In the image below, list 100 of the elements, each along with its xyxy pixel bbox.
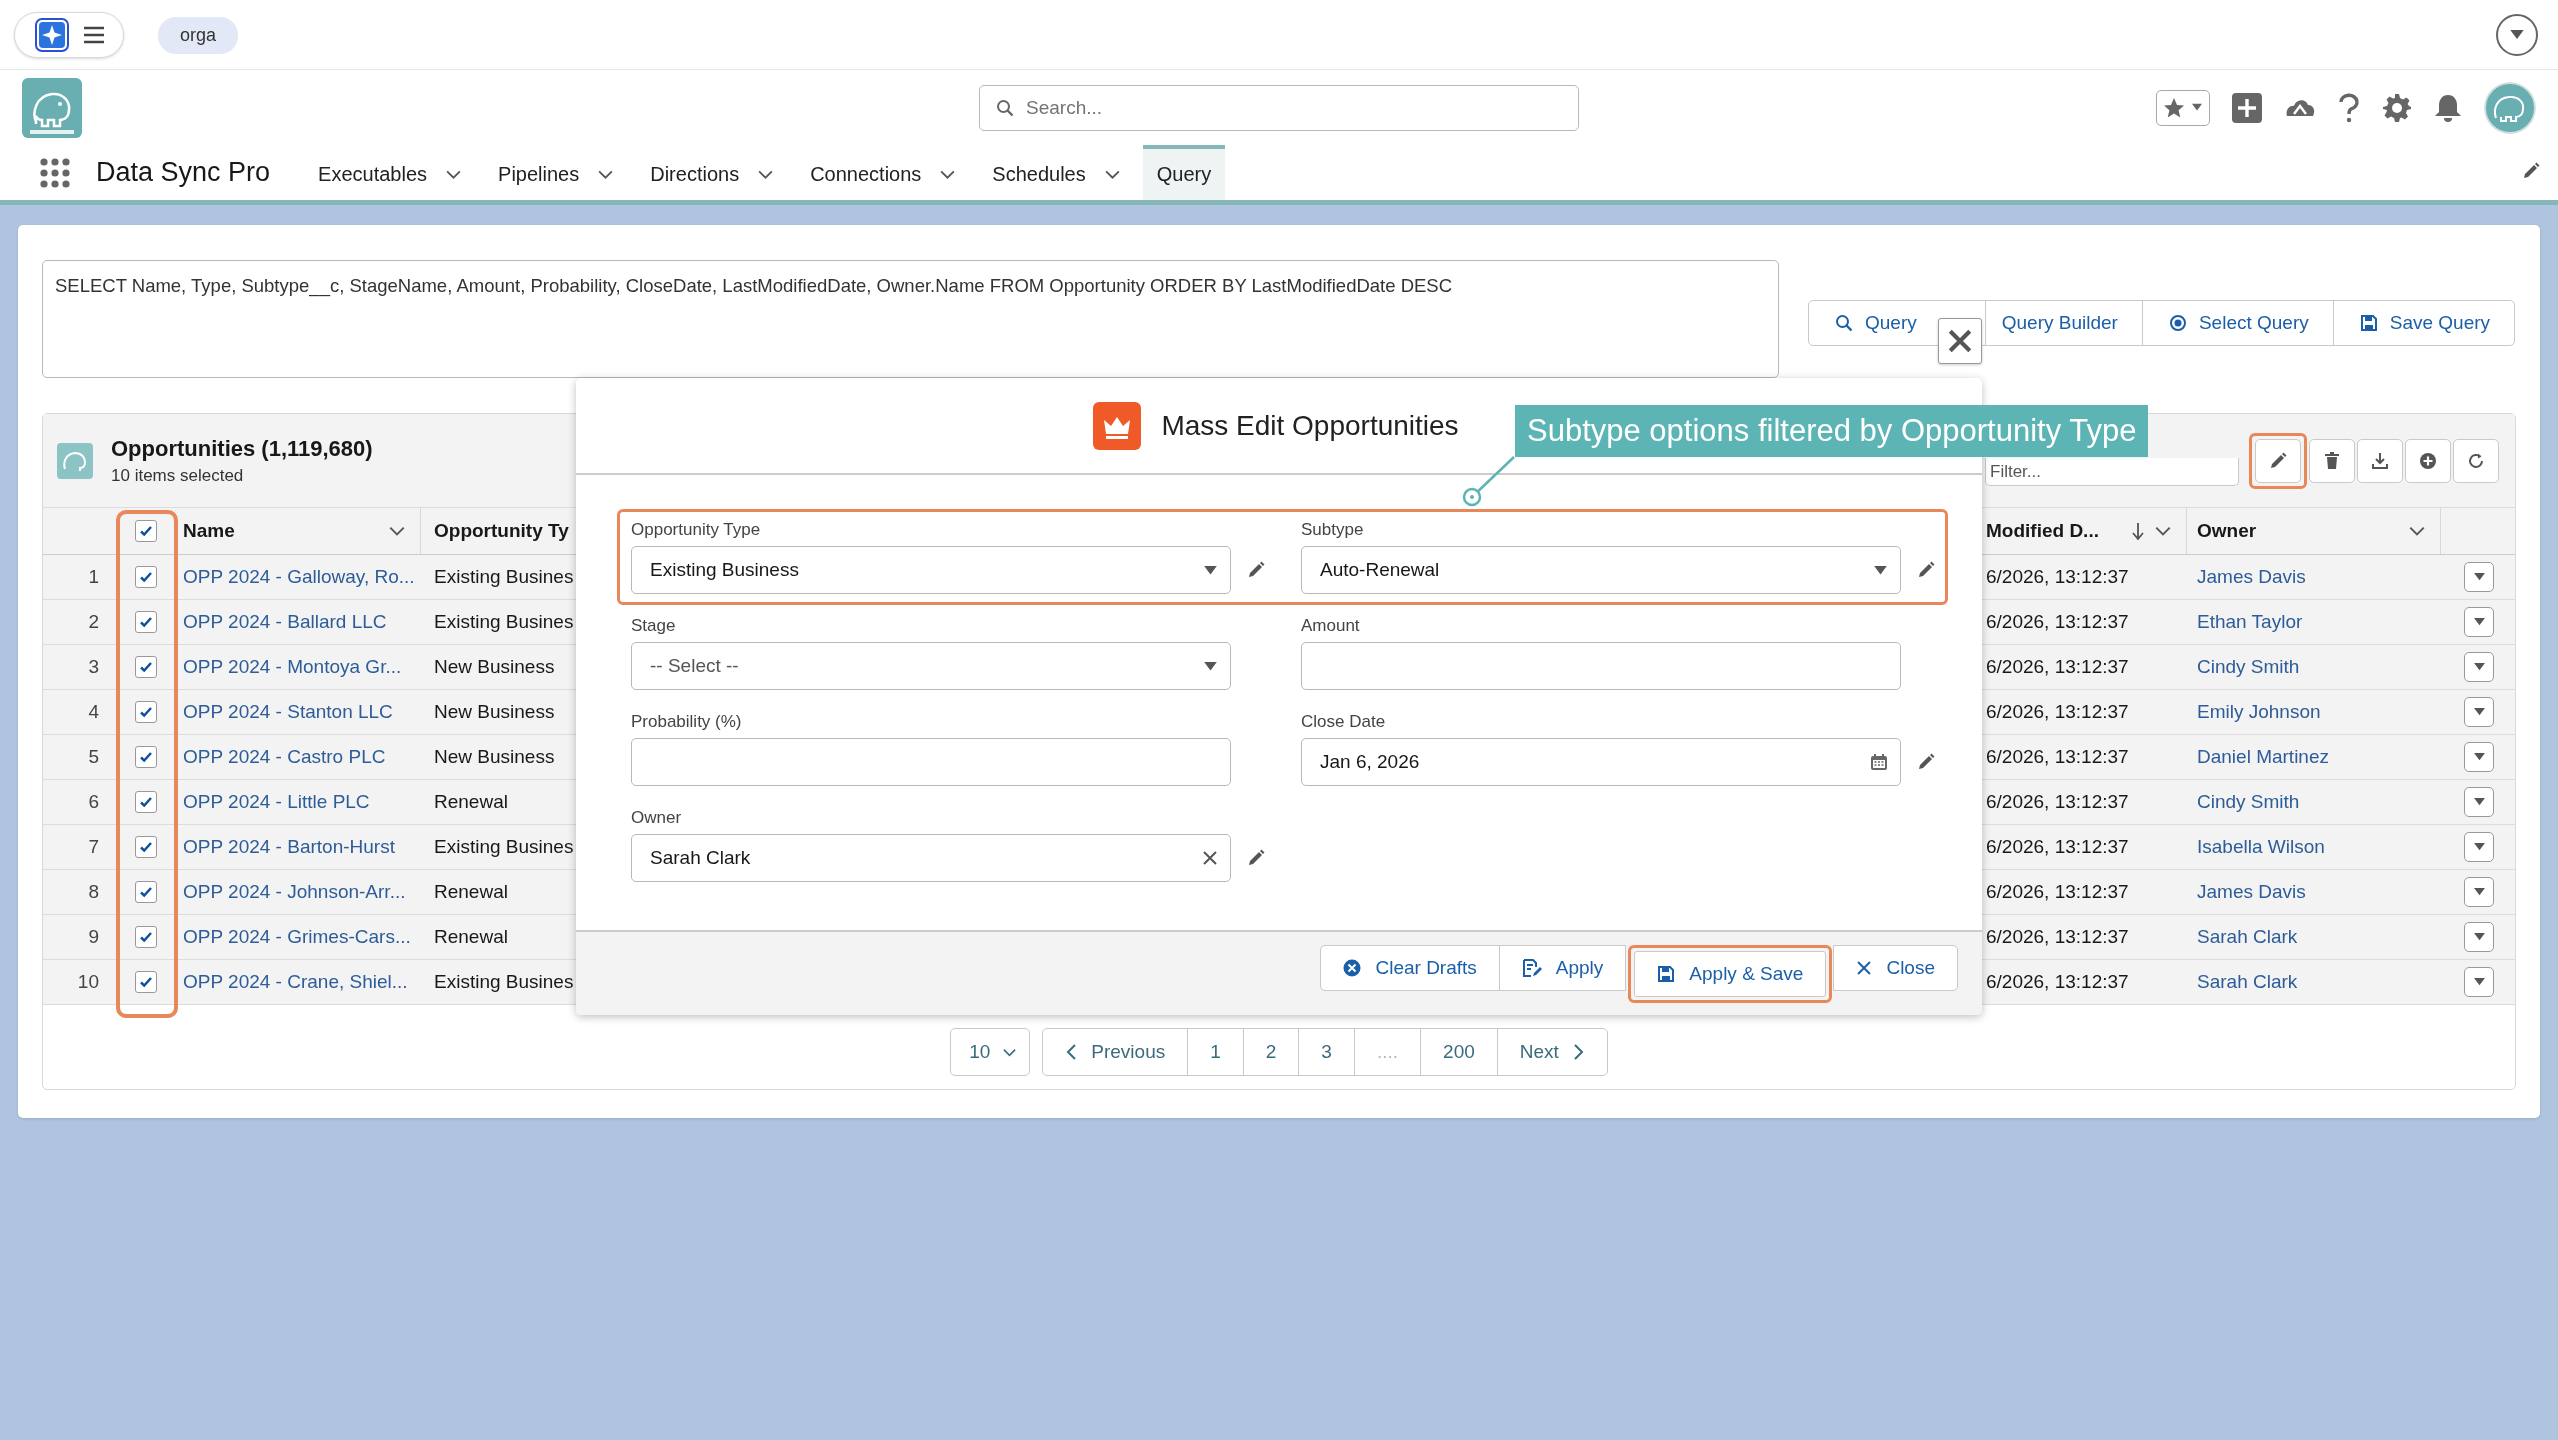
refresh-button[interactable]	[2453, 438, 2499, 483]
row-menu-button[interactable]	[2464, 877, 2494, 907]
filter-field[interactable]: Filter...	[1985, 458, 2239, 486]
nav-tab[interactable]: Pipelines	[484, 145, 629, 200]
modal-title: Mass Edit Opportunities	[1161, 409, 1459, 442]
row-menu-button[interactable]	[2464, 562, 2494, 592]
close-button[interactable]	[1938, 318, 1982, 364]
checkbox[interactable]	[135, 881, 157, 903]
nav-tab[interactable]: Query	[1142, 145, 1226, 200]
favorites-button[interactable]	[2156, 89, 2210, 126]
page-size-select[interactable]: 10	[950, 1028, 1031, 1076]
checkmark-icon	[139, 570, 153, 584]
row-menu-button[interactable]	[2464, 607, 2494, 637]
record-link[interactable]: OPP 2024 - Galloway, Ro...	[183, 566, 415, 588]
table-cell: Existing Busines	[434, 611, 574, 633]
nav-tab[interactable]: Directions	[636, 145, 789, 200]
table-cell: 6/2026, 13:12:37	[1986, 701, 2129, 723]
table-cell: 6/2026, 13:12:37	[1986, 566, 2129, 588]
owner-link[interactable]: Cindy Smith	[2197, 656, 2300, 678]
checkbox[interactable]	[135, 656, 157, 678]
table-cell: 6/2026, 13:12:37	[1986, 836, 2129, 858]
record-link[interactable]: OPP 2024 - Little PLC	[183, 791, 370, 813]
record-link[interactable]: OPP 2024 - Barton-Hurst	[183, 836, 395, 858]
query-button[interactable]: Query Builder	[1984, 301, 2142, 345]
row-menu-button[interactable]	[2464, 787, 2494, 817]
page-button[interactable]: 200	[1420, 1029, 1497, 1075]
bell-icon[interactable]	[2434, 92, 2462, 123]
edit-button[interactable]	[2255, 438, 2301, 483]
trash-icon	[2324, 451, 2340, 470]
checkbox[interactable]	[135, 836, 157, 858]
caret-down-icon	[2472, 752, 2486, 762]
nav-tab[interactable]: Schedules	[978, 145, 1135, 200]
row-menu-button[interactable]	[2464, 922, 2494, 952]
owner-link[interactable]: Sarah Clark	[2197, 926, 2298, 948]
dropdown-field[interactable]: -- Select --	[631, 642, 1231, 690]
record-link[interactable]: OPP 2024 - Grimes-Cars...	[183, 926, 411, 948]
checkbox[interactable]	[135, 611, 157, 633]
owner-link[interactable]: Isabella Wilson	[2197, 836, 2325, 858]
owner-link[interactable]: Ethan Taylor	[2197, 611, 2303, 633]
checkbox[interactable]	[135, 791, 157, 813]
checkbox[interactable]	[135, 746, 157, 768]
record-link[interactable]: OPP 2024 - Castro PLC	[183, 746, 386, 768]
star-icon	[2163, 96, 2185, 119]
query-button[interactable]: Save Query	[2332, 301, 2515, 345]
previous-button[interactable]: Previous	[1043, 1029, 1188, 1075]
query-button[interactable]: Query	[1809, 301, 1941, 345]
search-field[interactable]: Search...	[979, 84, 1579, 131]
row-menu-button[interactable]	[2464, 742, 2494, 772]
app-launcher-icon[interactable]	[40, 157, 70, 188]
checkbox[interactable]	[135, 701, 157, 723]
owner-link[interactable]: James Davis	[2197, 881, 2306, 903]
org-badge: orga	[158, 16, 239, 54]
dropdown-button[interactable]	[2496, 14, 2538, 56]
page-button[interactable]: 3	[1298, 1029, 1354, 1075]
footer-button[interactable]: Close	[1833, 944, 1958, 991]
owner-link[interactable]: Cindy Smith	[2197, 791, 2300, 813]
lookup-field[interactable]: Sarah Clark	[631, 834, 1231, 882]
row-menu-button[interactable]	[2464, 652, 2494, 682]
delete-button[interactable]	[2309, 438, 2355, 483]
column-header: Modified D...	[1986, 520, 2099, 542]
record-link[interactable]: OPP 2024 - Stanton LLC	[183, 701, 393, 723]
input-field[interactable]	[1301, 642, 1901, 690]
nav-tab[interactable]: Executables	[304, 145, 477, 200]
caret-down-icon	[2472, 707, 2486, 717]
query-button[interactable]: Select Query	[2141, 301, 2333, 345]
input-field[interactable]	[631, 738, 1231, 786]
query-field[interactable]: SELECT Name, Type, Subtype__c, StageName, Amount, Probability, CloseDate, LastModifiedDate, Owner.Name FROM Opportunity ORDER BY LastModifiedDate DESC	[42, 260, 1779, 378]
record-link[interactable]: OPP 2024 - Montoya Gr...	[183, 656, 402, 678]
record-link[interactable]: OPP 2024 - Johnson-Arr...	[183, 881, 406, 903]
download-button[interactable]	[2357, 438, 2403, 483]
add-icon[interactable]	[2232, 92, 2262, 123]
checkbox[interactable]	[135, 566, 157, 588]
owner-link[interactable]: Emily Johnson	[2197, 701, 2321, 723]
owner-link[interactable]: James Davis	[2197, 566, 2306, 588]
nav-tab[interactable]: Connections	[796, 145, 971, 200]
footer-button[interactable]: Apply & Save	[1634, 950, 1827, 997]
footer-button[interactable]: Clear Drafts	[1320, 944, 1500, 991]
checkbox[interactable]	[135, 971, 157, 993]
add-button[interactable]	[2405, 438, 2451, 483]
record-link[interactable]: OPP 2024 - Crane, Shiel...	[183, 971, 408, 993]
launcher-button[interactable]	[14, 12, 124, 58]
row-number: 8	[88, 881, 99, 903]
row-menu-button[interactable]	[2464, 697, 2494, 727]
page-button[interactable]: 2	[1242, 1029, 1299, 1075]
row-menu-button[interactable]	[2464, 832, 2494, 862]
checkbox[interactable]	[135, 926, 157, 948]
next-button[interactable]: Next	[1496, 1029, 1607, 1075]
footer-button[interactable]: Apply	[1498, 944, 1627, 991]
dropdown-field[interactable]: Existing Business	[631, 546, 1231, 594]
row-menu-button[interactable]	[2464, 967, 2494, 997]
date-field[interactable]: Jan 6, 2026	[1301, 738, 1901, 786]
dropdown-field[interactable]: Auto-Renewal	[1301, 546, 1901, 594]
record-link[interactable]: OPP 2024 - Ballard LLC	[183, 611, 387, 633]
page-button[interactable]: 1	[1187, 1029, 1243, 1075]
owner-link[interactable]: Sarah Clark	[2197, 971, 2298, 993]
checkbox[interactable]	[135, 520, 157, 542]
owner-link[interactable]: Daniel Martinez	[2197, 746, 2329, 768]
settings-icon[interactable]	[2382, 92, 2412, 123]
checkmark-icon	[139, 750, 153, 764]
help-icon[interactable]	[2338, 92, 2360, 123]
